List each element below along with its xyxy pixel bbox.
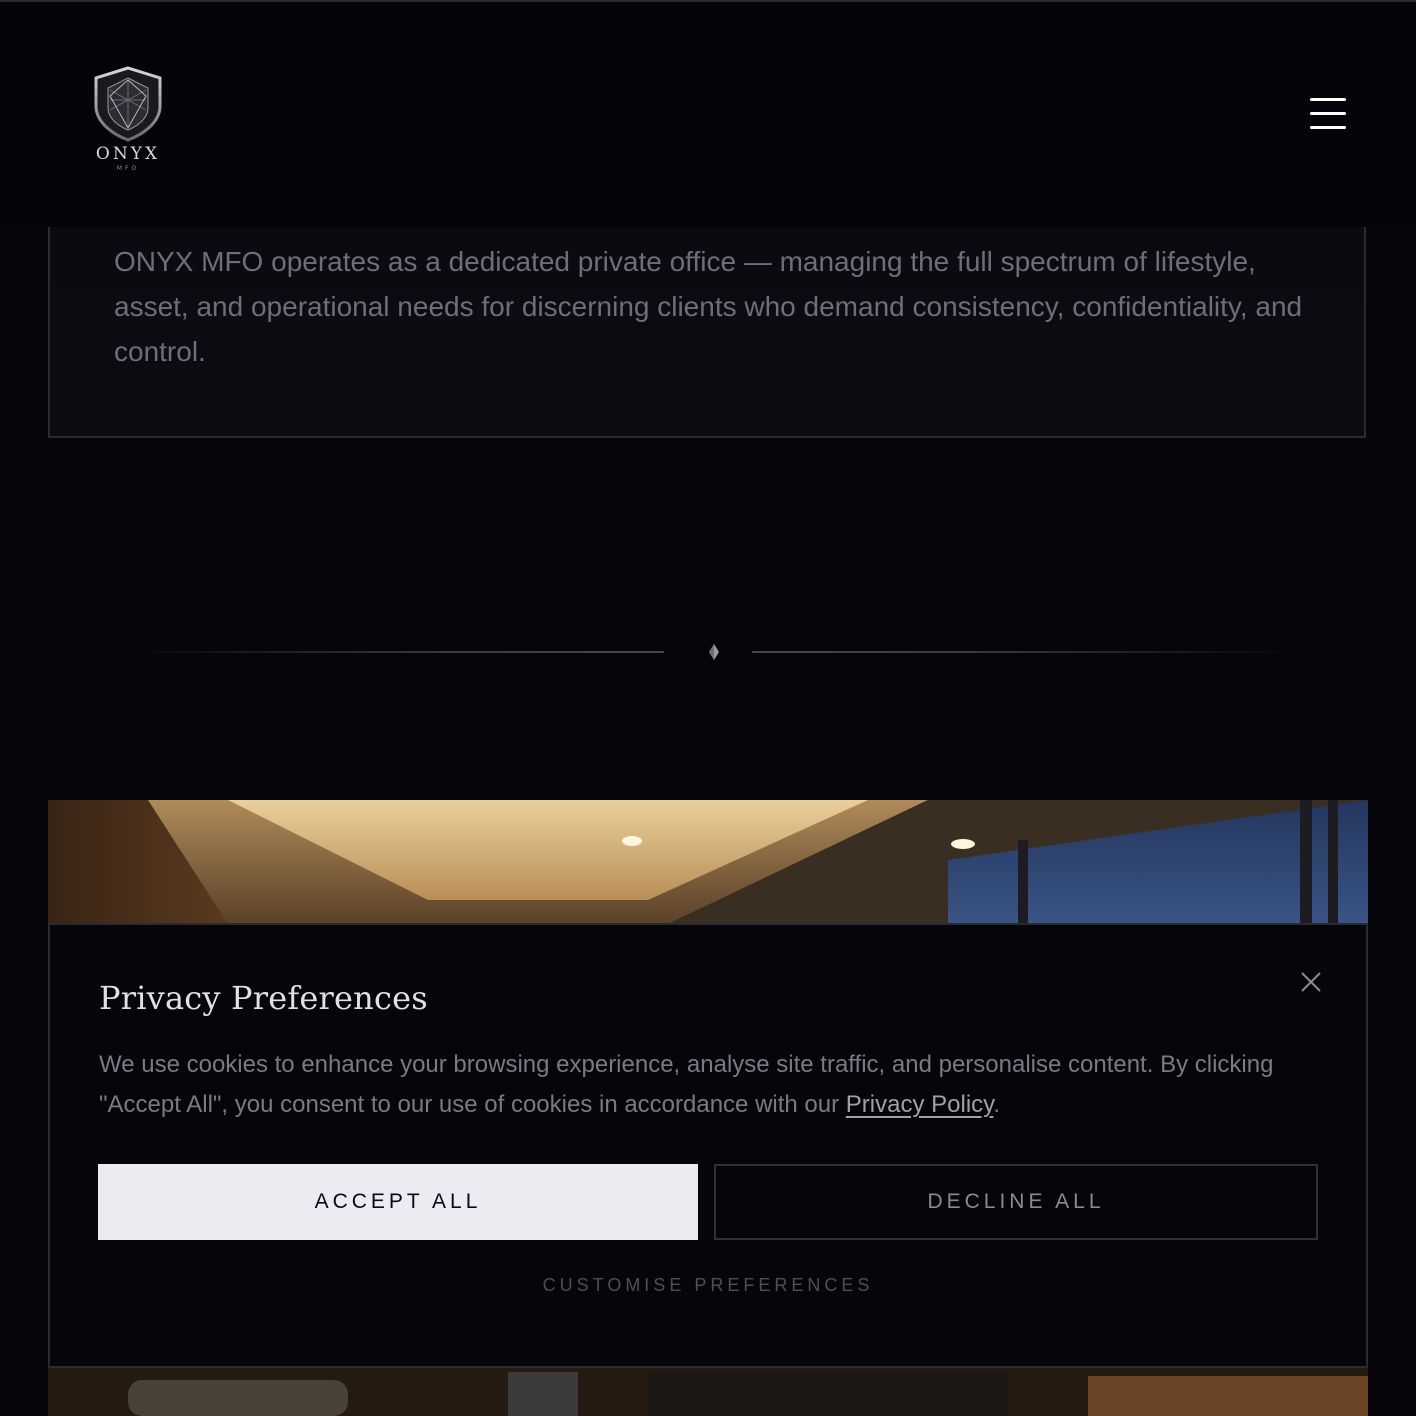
cookie-description-end: . <box>993 1091 1001 1118</box>
menu-bar-top <box>1310 98 1346 101</box>
diamond-icon <box>709 644 719 660</box>
logo-subtitle: MFO <box>116 165 140 172</box>
intro-card: ONYX MFO operates as a dedicated private… <box>48 227 1366 438</box>
cookie-consent-banner: Privacy Preferences We use cookies to en… <box>48 923 1368 1368</box>
accept-all-button[interactable]: ACCEPT ALL <box>98 1164 698 1240</box>
onyx-logo[interactable]: ONYX MFO <box>88 66 168 176</box>
customise-preferences-button[interactable]: CUSTOMISE PREFERENCES <box>50 1275 1366 1296</box>
privacy-policy-link[interactable]: Privacy Policy <box>846 1091 994 1118</box>
hamburger-menu-icon[interactable] <box>1306 98 1350 134</box>
shield-logo-icon <box>94 66 162 142</box>
divider-line-left <box>128 651 664 653</box>
logo-wordmark: ONYX <box>95 144 161 164</box>
intro-text: ONYX MFO operates as a dedicated private… <box>114 246 1303 367</box>
cookie-description-text: We use cookies to enhance your browsing … <box>99 1051 1274 1118</box>
menu-bar-middle <box>1310 112 1346 115</box>
cookie-title: Privacy Preferences <box>99 979 428 1017</box>
divider-line-right <box>752 651 1298 653</box>
section-divider <box>128 640 1298 666</box>
decline-all-button[interactable]: DECLINE ALL <box>714 1164 1318 1240</box>
cookie-description: We use cookies to enhance your browsing … <box>99 1045 1299 1125</box>
site-header: ONYX MFO <box>0 2 1416 227</box>
close-icon[interactable] <box>1296 967 1326 997</box>
menu-bar-bottom <box>1310 126 1346 129</box>
